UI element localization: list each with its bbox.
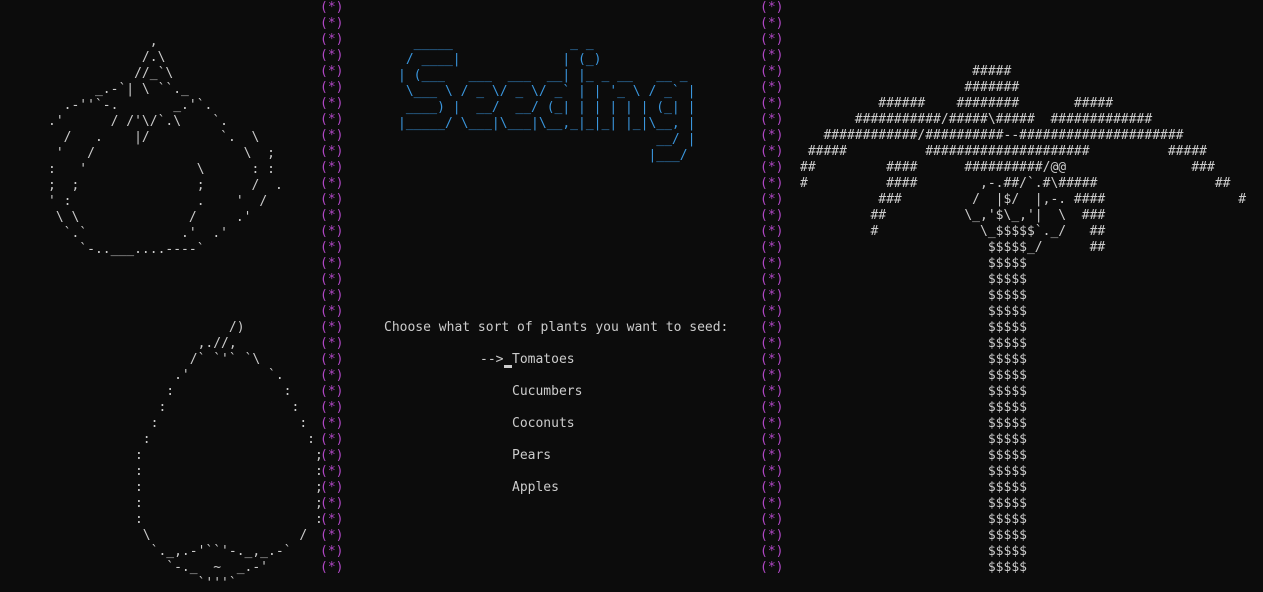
menu-option-pears[interactable]: Pears (512, 448, 551, 464)
menu-option-apples[interactable]: Apples (512, 480, 559, 496)
selection-arrow-icon: --> (480, 352, 504, 367)
menu-prompt: Choose what sort of plants you want to s… (384, 320, 729, 335)
menu-option-tomatoes[interactable]: Tomatoes (512, 352, 575, 368)
pear-ascii-art: /) ,.//, /` `'` `\ .' `. : : : : : : : :… (134, 320, 323, 591)
seeding-title-banner: _____ _ _ / ____| | (_) | (___ ___ ___ _… (398, 36, 696, 163)
menu-option-coconuts[interactable]: Coconuts (512, 416, 575, 432)
menu-option-cucumbers[interactable]: Cucumbers (512, 384, 582, 400)
text-cursor (504, 365, 512, 368)
left-divider: (*) (*) (*) (*) (*) (*) (*) (*) (*) (*) … (320, 0, 344, 575)
tomato-ascii-art: , /.\ //_`\ _.-`| \ ``._ .-''`-. _.'`. .… (48, 34, 283, 257)
palm-tree-ascii-art: ##### ####### ###### ######## ##### ####… (800, 64, 1247, 575)
right-divider: (*) (*) (*) (*) (*) (*) (*) (*) (*) (*) … (760, 0, 784, 575)
